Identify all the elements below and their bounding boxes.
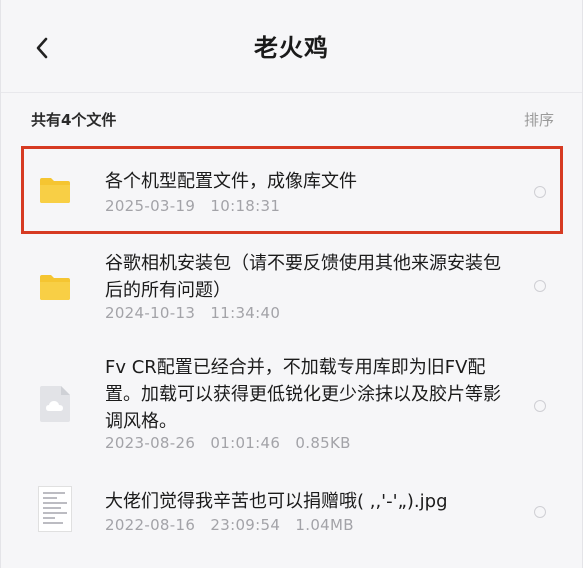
file-size: 1.04MB — [295, 516, 354, 534]
cloud-file-icon — [35, 384, 75, 424]
list-item[interactable]: 谷歌相机安装包（请不要反馈使用其他来源安装包后的所有问题） 2024-10-13… — [1, 240, 582, 334]
file-meta: 2025-03-19 10:18:31 — [105, 197, 280, 215]
list-item[interactable]: Fv CR配置已经合并，不加载专用库即为旧FV配置。加载可以获得更低锐化更少涂抹… — [1, 346, 582, 462]
file-list-screen: 老火鸡 共有4个文件 排序 各个机型配置文件，成像库文件 2025-03-19 … — [0, 0, 583, 568]
file-time: 10:18:31 — [210, 197, 281, 215]
image-thumbnail-icon — [35, 484, 75, 534]
file-meta: 2023-08-26 01:01:46 0.85KB — [105, 434, 351, 452]
file-time: 01:01:46 — [210, 434, 281, 452]
file-name: 大佬们觉得我辛苦也可以捐赠哦( ,,'-'„).jpg — [105, 491, 448, 512]
select-radio[interactable] — [534, 506, 546, 518]
file-meta: 2022-08-16 23:09:54 1.04MB — [105, 516, 354, 534]
select-radio[interactable] — [534, 280, 546, 292]
file-name: 谷歌相机安装包（请不要反馈使用其他来源安装包后的所有问题） — [105, 253, 501, 301]
file-time: 11:34:40 — [210, 304, 281, 322]
file-name: Fv CR配置已经合并，不加载专用库即为旧FV配置。加载可以获得更低锐化更少涂抹… — [105, 357, 501, 432]
file-date: 2024-10-13 — [105, 304, 196, 322]
list-item[interactable]: 各个机型配置文件，成像库文件 2025-03-19 10:18:31 — [1, 146, 582, 234]
sort-button[interactable]: 排序 — [524, 109, 554, 130]
file-meta: 2024-10-13 11:34:40 — [105, 304, 280, 322]
file-date: 2022-08-16 — [105, 516, 196, 534]
file-name: 各个机型配置文件，成像库文件 — [105, 171, 357, 192]
select-radio[interactable] — [534, 400, 546, 412]
file-time: 23:09:54 — [210, 516, 281, 534]
file-date: 2025-03-19 — [105, 197, 196, 215]
page-title: 老火鸡 — [254, 34, 329, 62]
list-item[interactable]: 大佬们觉得我辛苦也可以捐赠哦( ,,'-'„).jpg 2022-08-16 2… — [1, 474, 582, 552]
header-divider — [1, 92, 582, 93]
folder-icon — [35, 267, 75, 307]
select-radio[interactable] — [534, 186, 546, 198]
file-date: 2023-08-26 — [105, 434, 196, 452]
file-count-label: 共有4个文件 — [31, 111, 117, 129]
header-bar: 老火鸡 — [1, 0, 582, 92]
list-summary-bar: 共有4个文件 排序 — [1, 100, 582, 138]
file-size: 0.85KB — [295, 434, 351, 452]
folder-icon — [35, 170, 75, 210]
